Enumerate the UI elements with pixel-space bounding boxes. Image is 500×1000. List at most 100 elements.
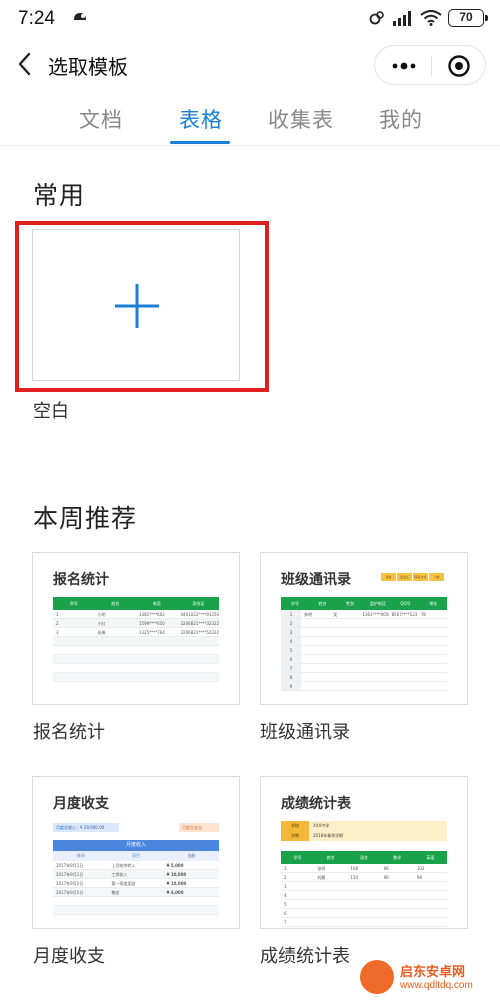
header-cell: 语文 <box>360 855 368 860</box>
watermark-logo-icon <box>360 960 394 994</box>
section-title-weekly: 本周推荐 <box>33 504 138 533</box>
header-cell: 地址 <box>429 601 438 606</box>
table-cell: 1361****9058 <box>362 612 389 617</box>
info-value: 2018年春季学期 <box>309 831 447 841</box>
table-row: 4 <box>281 637 447 646</box>
tab-sheet[interactable]: 表格 <box>179 104 223 134</box>
table-cell: 4401022****9125035 <box>180 612 220 617</box>
template-card-registration[interactable]: 报名统计 序号 姓名 电话 身份证 1 小明 1381****602 4401022*… <box>32 552 240 705</box>
table-row: 9 <box>281 682 447 691</box>
table-cell: 张勇 <box>97 630 106 635</box>
header-cell: 姓名 <box>318 601 327 606</box>
table-cell: 7 <box>284 920 287 925</box>
mini-program-capsule <box>374 45 486 85</box>
more-icon[interactable] <box>389 54 419 78</box>
template-label-monthly-budget: 月度收支 <box>33 946 105 967</box>
table-row: 1 小明 1381****602 4401022****9125035 <box>53 610 219 619</box>
table-cell: 8567****5231 <box>391 612 418 617</box>
table-cell: ¥ 10,000 <box>166 872 187 877</box>
chevron-left-icon[interactable] <box>14 51 38 77</box>
table-row <box>53 673 219 682</box>
info-cell: 联系方式 <box>413 573 429 581</box>
table-row: 2017年9月5日 稿金 ¥ 4,000 <box>53 888 219 897</box>
table-cell: 1325****764 <box>139 630 165 635</box>
tab-document[interactable]: 文档 <box>79 104 123 134</box>
table-row: 3 <box>281 628 447 637</box>
table-cell: 2017年9月2日 <box>56 881 84 886</box>
close-circle-icon[interactable] <box>447 54 471 78</box>
tab-collection-form[interactable]: 收集表 <box>268 104 334 134</box>
table-cell: 2017年9月1日 <box>56 863 84 868</box>
table-row <box>53 655 219 664</box>
table-row: 3 <box>281 882 447 891</box>
header-cell: 学号 <box>293 855 302 860</box>
table-row: 3 张勇 1325****764 3206821****5232208 <box>53 628 219 637</box>
template-preview-table: 2017年9月1日 上月结余转入 ¥ 5,000 2017年9月1日 工资收入 ¥ 10… <box>53 861 219 915</box>
table-cell: 2017年9月5日 <box>56 890 84 895</box>
table-cell: 小红 <box>97 621 106 626</box>
plus-icon <box>115 284 159 328</box>
header-cell: 姓名 <box>326 855 335 860</box>
template-card-class-contacts[interactable]: 班级通讯录 班级 班主任 联系方式 人数 学号 姓名 性别 监护电话 QQ号 地… <box>260 552 468 705</box>
template-label-registration: 报名统计 <box>33 722 105 743</box>
table-cell: 3206821****5232208 <box>180 630 220 635</box>
table-cell: 3 <box>281 628 301 636</box>
site-watermark: 启东安卓网 www.qdltdq.com <box>360 960 492 1000</box>
table-cell: 刘晨 <box>317 875 326 880</box>
table-header: 月度收入 <box>53 840 219 851</box>
table-row: 8 <box>281 673 447 682</box>
header-cell: 身份证 <box>192 601 205 606</box>
table-cell: 稿金 <box>111 890 120 895</box>
table-cell: 2 <box>284 875 287 880</box>
section-title-common: 常用 <box>33 181 86 210</box>
table-cell: 1 <box>281 610 301 618</box>
table-cell: 102 <box>416 866 425 871</box>
header-cell: 监护电话 <box>369 601 386 606</box>
header-cell: 项目 <box>131 853 140 858</box>
table-row: 6 <box>281 655 447 664</box>
template-preview-title: 成绩统计表 <box>281 796 351 812</box>
table-row: 4 <box>281 891 447 900</box>
info-cell: 人数 <box>429 573 445 581</box>
table-cell: 4 <box>281 637 301 645</box>
table-cell: 5 <box>284 902 287 907</box>
table-row: 7 <box>281 918 447 927</box>
template-label-grade-stats: 成绩统计表 <box>260 946 350 967</box>
watermark-text: 启东安卓网 <box>400 965 466 980</box>
table-row: 5 <box>281 900 447 909</box>
info-key: 学期 <box>281 831 309 841</box>
tab-mine[interactable]: 我的 <box>379 104 423 134</box>
table-cell: ¥ 4,000 <box>166 890 184 895</box>
status-bar: 7:24 70 <box>0 0 500 36</box>
blank-template-card[interactable] <box>32 229 240 381</box>
table-row: 2017年9月1日 工资收入 ¥ 10,000 <box>53 870 219 879</box>
table-row: 5 <box>281 646 447 655</box>
header-cell: 性别 <box>346 601 355 606</box>
table-row <box>53 906 219 915</box>
table-cell: 2 <box>281 619 301 627</box>
table-row <box>53 664 219 673</box>
table-row: 2017年9月2日 第一季度奖励 ¥ 10,000 <box>53 879 219 888</box>
page-title: 选取模板 <box>48 55 128 79</box>
capsule-divider <box>431 56 432 76</box>
template-card-grade-stats[interactable]: 成绩统计表 学校 XXX中学 学期 2018年春季学期 学号 姓名 语文 数学 英语… <box>260 776 468 929</box>
status-icons: 70 <box>368 8 488 28</box>
monthly-summary-bar: 月度总收入：¥ 29,000.00 月度总支出 <box>53 823 219 832</box>
table-cell: 工资收入 <box>111 872 128 877</box>
table-row <box>53 646 219 655</box>
link-icon <box>369 11 384 25</box>
expense-summary: 月度总支出 <box>179 823 219 832</box>
table-header: 序号 姓名 电话 身份证 <box>53 597 219 610</box>
battery-icon: 70 <box>448 9 488 27</box>
header-cell: 时间 <box>76 853 85 858</box>
table-cell: 8 <box>281 927 314 928</box>
template-preview-title: 报名统计 <box>53 572 109 588</box>
table-cell: 2017年9月1日 <box>56 872 84 877</box>
template-card-monthly-budget[interactable]: 月度收支 月度总收入：¥ 29,000.00 月度总支出 月度收入 时间 项目 … <box>32 776 240 929</box>
table-cell: 3 <box>284 884 287 889</box>
table-cell: 110 <box>350 875 359 880</box>
table-cell: 1381****602 <box>139 612 165 617</box>
table-cell: 6 <box>284 911 287 916</box>
table-cell: 98 <box>416 875 422 880</box>
table-header: 学号 姓名 语文 数学 英语 <box>281 851 447 864</box>
